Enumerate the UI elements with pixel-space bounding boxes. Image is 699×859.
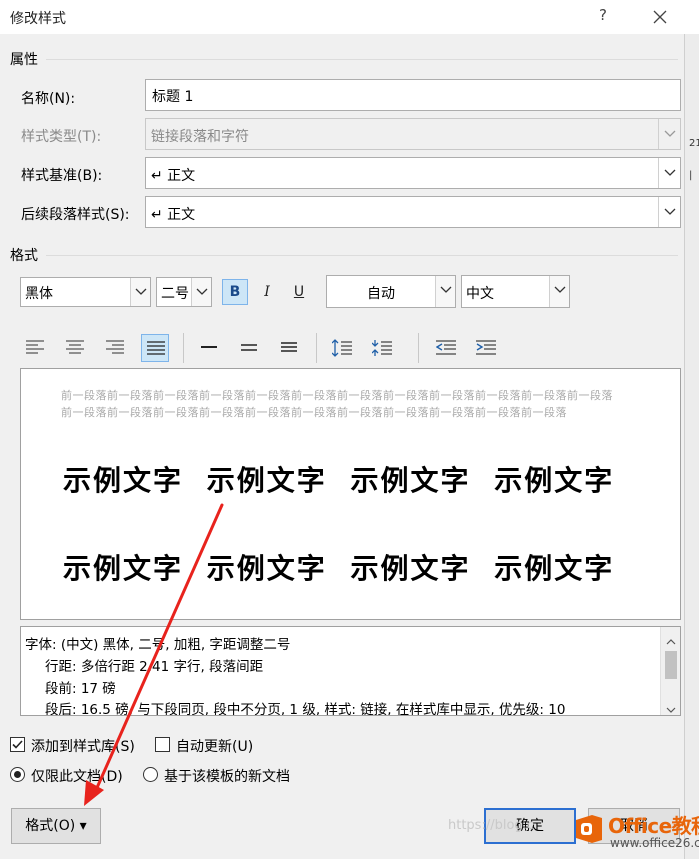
watermark-brand: Office教程网 [608,814,699,838]
description-line: 行距: 多倍行距 2.41 字行, 段落间距 [45,659,264,675]
background-window-edge: 21 | [684,34,699,859]
edge-text-2: | [689,170,693,181]
description-line: 字体: (中文) 黑体, 二号, 加粗, 字距调整二号 [25,637,291,653]
language-value: 中文 [466,286,494,302]
title-bar: 修改样式 ? [0,0,699,34]
name-input[interactable]: 标题 1 [145,79,681,111]
decrease-indent-icon[interactable] [431,334,459,362]
style-type-value: 链接段落和字符 [151,129,249,145]
properties-section-label: 属性 [10,52,38,68]
line-spacing-double-icon[interactable] [275,334,303,362]
only-this-document-label[interactable]: 仅限此文档(D) [31,766,123,786]
format-divider [46,255,678,256]
watermark-site: www.office26.com [610,836,699,850]
based-on-select[interactable]: ↵ 正文 [145,157,681,189]
auto-update-checkbox[interactable] [155,737,170,752]
watermark-url: https://blog.c [448,818,534,833]
scroll-up-icon[interactable] [666,633,676,649]
only-this-document-radio[interactable] [10,767,25,782]
align-center-icon[interactable] [61,334,89,362]
line-spacing-single-icon[interactable] [195,334,223,362]
style-type-select: 链接段落和字符 [145,118,681,150]
edge-text: 21 [689,138,699,149]
close-icon[interactable] [646,4,674,30]
based-on-label: 样式基准(B): [21,168,103,184]
chevron-down-icon [658,119,680,149]
increase-indent-icon[interactable] [471,334,499,362]
increase-paragraph-spacing-icon[interactable] [327,333,355,361]
new-documents-radio[interactable] [143,767,158,782]
format-menu-button[interactable]: 格式(O) ▾ [11,808,101,844]
chevron-down-icon[interactable] [658,197,680,227]
following-style-value: ↵ 正文 [151,207,196,223]
chevron-down-icon[interactable] [191,278,211,306]
line-spacing-1-5-icon[interactable] [235,334,263,362]
chevron-down-icon[interactable] [130,278,150,306]
font-color-value: 自动 [367,286,395,302]
toolbar-separator [418,333,419,363]
decrease-paragraph-spacing-icon[interactable] [367,333,395,361]
scrollbar-thumb[interactable] [665,651,677,679]
name-label: 名称(N): [21,91,76,107]
properties-divider [46,59,678,60]
italic-button[interactable]: I [254,279,280,305]
font-size-value: 二号 [161,286,189,302]
chevron-down-icon[interactable] [658,158,680,188]
chevron-down-icon[interactable] [435,276,455,307]
description-scrollbar[interactable] [660,627,680,715]
align-right-icon[interactable] [101,334,129,362]
style-description: 字体: (中文) 黑体, 二号, 加粗, 字距调整二号 行距: 多倍行距 2.4… [20,626,681,716]
description-line: 段前: 17 磅 [45,681,116,697]
following-style-label: 后续段落样式(S): [21,207,130,223]
chevron-down-icon[interactable] [549,276,569,307]
based-on-value: ↵ 正文 [151,168,196,184]
font-select[interactable]: 黑体 [20,277,151,307]
checkmark-icon [12,740,23,749]
description-line: 段后: 16.5 磅, 与下段同页, 段中不分页, 1 级, 样式: 链接, 在… [45,702,566,716]
add-to-gallery-checkbox[interactable] [10,737,25,752]
office-logo-icon [576,815,602,843]
font-color-select[interactable]: 自动 [326,275,456,308]
previous-paragraph-text: 前一段落前一段落前一段落前一段落前一段落前一段落前一段落前一段落前一段落前一段落… [61,389,613,419]
add-to-gallery-label[interactable]: 添加到样式库(S) [31,736,135,756]
format-section-label: 格式 [10,248,38,264]
auto-update-label[interactable]: 自动更新(U) [176,736,253,756]
toolbar-separator [316,333,317,363]
new-documents-label[interactable]: 基于该模板的新文档 [164,766,290,786]
style-preview: 前一段落前一段落前一段落前一段落前一段落前一段落前一段落前一段落前一段落前一段落… [20,368,681,620]
language-select[interactable]: 中文 [461,275,570,308]
sample-text-line-1: 示例文字 示例文字 示例文字 示例文字 [63,464,615,497]
font-size-select[interactable]: 二号 [156,277,212,307]
help-icon[interactable]: ? [596,6,610,24]
underline-button[interactable]: U [286,279,312,305]
office26-watermark: Office教程网 www.office26.com [570,808,699,854]
following-style-select[interactable]: ↵ 正文 [145,196,681,228]
font-value: 黑体 [25,286,53,302]
toolbar-separator [183,333,184,363]
justify-icon[interactable] [141,334,169,362]
bold-button[interactable]: B [222,279,248,305]
sample-text-line-2: 示例文字 示例文字 示例文字 示例文字 [63,552,615,585]
window-title: 修改样式 [10,11,66,27]
style-type-label: 样式类型(T): [21,129,102,145]
align-left-icon[interactable] [21,334,49,362]
scroll-down-icon[interactable] [666,701,676,715]
